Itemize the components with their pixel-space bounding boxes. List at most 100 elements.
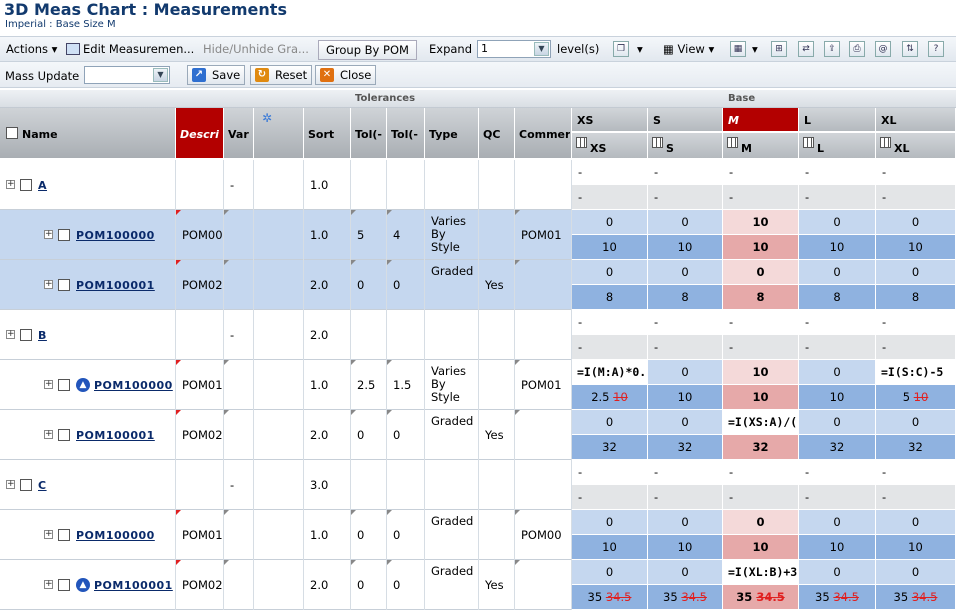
var-cell[interactable]: No xyxy=(224,210,254,260)
hierarchy-icon[interactable]: ⊞ xyxy=(771,41,787,57)
size-graded-cell[interactable]: 10 xyxy=(876,235,956,260)
comment-cell[interactable] xyxy=(515,410,572,460)
row-checkbox[interactable] xyxy=(58,429,70,441)
size-graded-cell[interactable]: 32 xyxy=(876,435,956,460)
pom-link[interactable]: A xyxy=(38,179,47,192)
table-row[interactable]: +▲POM100000POM01No1.02.51.5Varies By Sty… xyxy=(0,360,956,410)
size-value-cell[interactable]: =I(XL:B)+3 xyxy=(723,560,799,585)
print-icon[interactable]: ⎙ xyxy=(849,41,865,57)
size-header-l[interactable]: LL xyxy=(799,108,876,158)
size-value-cell[interactable]: 0 xyxy=(799,560,876,585)
pom-link[interactable]: B xyxy=(38,329,47,342)
size-value-cell[interactable]: 0 xyxy=(572,560,648,585)
comment-cell[interactable]: POM00 xyxy=(515,510,572,560)
sort-cell[interactable]: 2.0 xyxy=(304,560,351,610)
size-header-s[interactable]: SS xyxy=(648,108,723,158)
desc-cell[interactable]: POM02 xyxy=(176,260,224,310)
size-value-cell[interactable]: 10 xyxy=(723,360,799,385)
pom-link[interactable]: C xyxy=(38,479,47,492)
size-graded-cell[interactable]: 10 xyxy=(799,385,876,410)
size-value-cell[interactable]: 0 xyxy=(572,210,648,235)
row-checkbox[interactable] xyxy=(20,479,32,491)
size-header-m[interactable]: MM xyxy=(723,108,799,158)
view-menu[interactable]: ▦ View ▾ xyxy=(663,42,714,56)
expand-icon[interactable]: + xyxy=(44,230,53,239)
desc-cell[interactable]: POM01 xyxy=(176,510,224,560)
pom-link[interactable]: POM100000 xyxy=(76,229,155,242)
var-cell[interactable]: No xyxy=(224,410,254,460)
group-row[interactable]: + C -3.0- - - - - - - - - - xyxy=(0,460,956,510)
size-graded-cell[interactable]: 8 xyxy=(799,285,876,310)
size-graded-cell[interactable]: 35 34.5 xyxy=(799,585,876,610)
size-graded-cell[interactable]: 35 34.5 xyxy=(876,585,956,610)
table-row[interactable]: +▲POM100001POM02No2.000GradedYes035 34.5… xyxy=(0,560,956,610)
size-header-xl[interactable]: XL XL xyxy=(876,108,956,158)
var-cell[interactable]: No xyxy=(224,510,254,560)
qc-cell[interactable]: Yes xyxy=(479,260,515,310)
size-value-cell[interactable]: 0 xyxy=(648,510,723,535)
tolm-cell[interactable]: 0 xyxy=(351,410,387,460)
tolp-cell[interactable]: 0 xyxy=(387,510,425,560)
desc-cell[interactable]: POM00 xyxy=(176,210,224,260)
pom-link[interactable]: POM100001 xyxy=(94,579,173,592)
size-value-cell[interactable]: 0 xyxy=(723,260,799,285)
size-graded-cell[interactable]: 2.5 10 xyxy=(572,385,648,410)
size-graded-cell[interactable]: 32 xyxy=(799,435,876,460)
expand-icon[interactable]: + xyxy=(6,480,15,489)
size-value-cell[interactable]: =I(S:C)-5 xyxy=(876,360,956,385)
size-graded-cell[interactable]: 8 xyxy=(648,285,723,310)
copy-icon[interactable]: ❐ xyxy=(613,41,629,57)
size-value-cell[interactable]: 0 xyxy=(799,210,876,235)
size-graded-cell[interactable]: 10 xyxy=(648,235,723,260)
expand-icon[interactable]: + xyxy=(44,580,53,589)
tolp-cell[interactable]: 0 xyxy=(387,560,425,610)
column-header-tol-minus[interactable]: Tol(- xyxy=(351,108,387,158)
comment-cell[interactable]: POM01 xyxy=(515,360,572,410)
size-graded-cell[interactable]: 8 xyxy=(723,285,799,310)
gear-cell[interactable] xyxy=(254,510,304,560)
gear-cell[interactable] xyxy=(254,410,304,460)
size-graded-cell[interactable]: 10 xyxy=(876,535,956,560)
size-graded-cell[interactable]: 35 34.5 xyxy=(572,585,648,610)
row-checkbox[interactable] xyxy=(58,379,70,391)
sort-cell[interactable]: 1.0 xyxy=(304,210,351,260)
size-graded-cell[interactable]: 32 xyxy=(648,435,723,460)
column-header-qc[interactable]: QC xyxy=(479,108,515,158)
group-row[interactable]: + A -1.0- - - - - - - - - - xyxy=(0,160,956,210)
pom-link[interactable]: POM100000 xyxy=(76,529,155,542)
size-header-xs[interactable]: XS XS xyxy=(572,108,648,158)
size-graded-cell[interactable]: 10 xyxy=(572,535,648,560)
size-value-cell[interactable]: 0 xyxy=(799,510,876,535)
size-value-cell[interactable]: =I(XS:A)/( xyxy=(723,410,799,435)
comment-cell[interactable]: POM01 xyxy=(515,210,572,260)
type-cell[interactable]: Graded xyxy=(425,260,479,310)
desc-cell[interactable]: POM02 xyxy=(176,560,224,610)
edit-measurements-button[interactable]: Edit Measuremen... xyxy=(66,42,194,56)
sort-cell[interactable]: 1.0 xyxy=(304,360,351,410)
size-value-cell[interactable]: 0 xyxy=(876,560,956,585)
sort-cell[interactable]: 2.0 xyxy=(304,260,351,310)
pom-link[interactable]: POM100001 xyxy=(76,429,155,442)
qc-cell[interactable] xyxy=(479,210,515,260)
gear-cell[interactable] xyxy=(254,560,304,610)
row-checkbox[interactable] xyxy=(20,179,32,191)
type-cell[interactable]: Graded xyxy=(425,560,479,610)
export-icon[interactable]: ⇪ xyxy=(824,41,840,57)
tolp-cell[interactable]: 0 xyxy=(387,410,425,460)
tolm-cell[interactable]: 2.5 xyxy=(351,360,387,410)
actions-menu[interactable]: Actions ▾ xyxy=(6,42,57,56)
var-cell[interactable]: No xyxy=(224,260,254,310)
sort-icon[interactable]: ⇅ xyxy=(902,41,918,57)
expand-levels-select[interactable]: 1 ▼ xyxy=(477,40,551,58)
size-graded-cell[interactable]: 10 xyxy=(723,535,799,560)
group-row[interactable]: + B -2.0- - - - - - - - - - xyxy=(0,310,956,360)
type-cell[interactable]: Varies By Style xyxy=(425,210,479,260)
size-graded-cell[interactable]: 8 xyxy=(876,285,956,310)
column-header-description[interactable]: Descri xyxy=(176,108,224,158)
desc-cell[interactable]: POM01 xyxy=(176,360,224,410)
table-row[interactable]: + POM100000 POM00No 1.054Varies By Style POM… xyxy=(0,210,956,260)
type-cell[interactable]: Graded xyxy=(425,510,479,560)
column-header-name[interactable]: Name xyxy=(0,108,176,158)
row-checkbox[interactable] xyxy=(20,329,32,341)
size-graded-cell[interactable]: 10 xyxy=(572,235,648,260)
